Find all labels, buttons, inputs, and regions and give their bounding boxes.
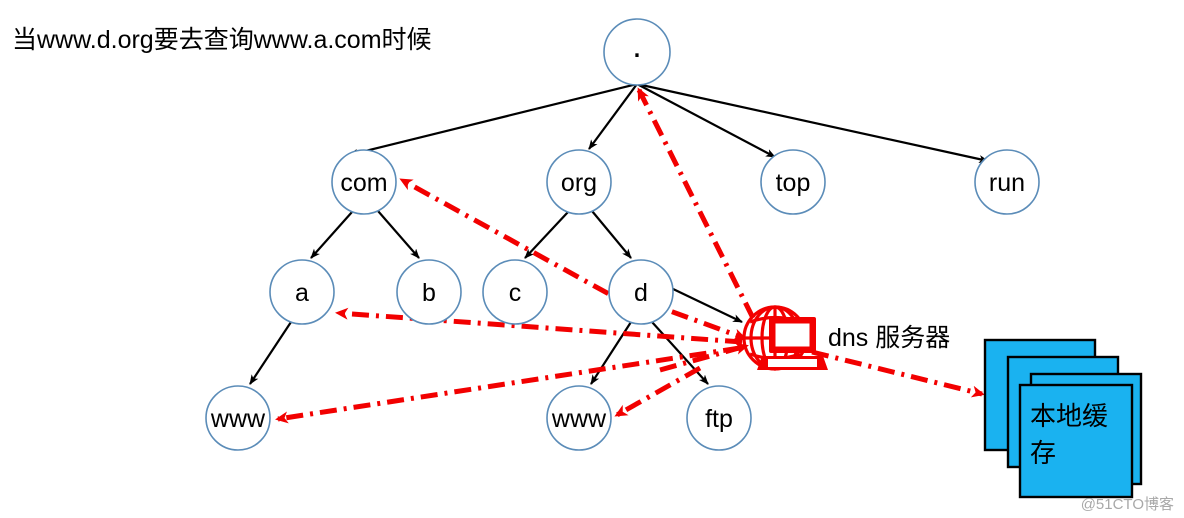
query-edge-dns-to-local-cache xyxy=(811,349,985,398)
tree-node-c[interactable]: c xyxy=(482,259,548,325)
node-label-a: a xyxy=(295,279,309,307)
node-label-www-a: www xyxy=(210,405,266,433)
tree-node-root[interactable]: . xyxy=(603,18,671,86)
tree-node-org[interactable]: org xyxy=(546,149,612,215)
query-edge-dns-to-www-a xyxy=(275,345,741,424)
diagram-canvas: 当www.d.org要去查询www.a.com时候 . com org top … xyxy=(0,0,1184,518)
tree-node-run[interactable]: run xyxy=(974,149,1040,215)
tree-node-www-d[interactable]: www xyxy=(546,385,612,451)
tree-node-top[interactable]: top xyxy=(760,149,826,215)
query-edge-dns-to-www-d xyxy=(614,365,702,418)
tree-edge-org-c xyxy=(524,211,569,259)
dns-resolution-diagram: . com org top run a b c d www www ftp 本地… xyxy=(205,18,1143,499)
tree-edge-root-run xyxy=(636,82,989,163)
tree-node-b[interactable]: b xyxy=(396,259,462,325)
node-label-d: d xyxy=(634,279,648,307)
node-label-ftp-d: ftp xyxy=(705,405,733,433)
tree-edge-a-www xyxy=(249,321,292,385)
tree-edge-com-a xyxy=(310,211,353,259)
query-flow-group xyxy=(275,87,985,424)
local-cache-stack[interactable]: 本地缓 存 xyxy=(983,338,1143,499)
tree-node-ftp-d[interactable]: ftp xyxy=(686,385,752,451)
node-label-root: . xyxy=(632,27,641,65)
globe-laptop-icon[interactable] xyxy=(742,305,828,371)
watermark: @51CTO博客 xyxy=(1080,496,1174,513)
node-label-com: com xyxy=(340,169,387,197)
tree-edge-org-d xyxy=(591,210,632,259)
node-label-c: c xyxy=(509,279,522,307)
node-label-run: run xyxy=(989,169,1025,197)
node-label-b: b xyxy=(422,279,436,307)
tree-node-a[interactable]: a xyxy=(269,259,335,325)
local-cache-label-line-1: 本地缓 xyxy=(1030,401,1108,431)
tree-node-d[interactable]: d xyxy=(608,259,674,325)
node-label-org: org xyxy=(561,169,597,197)
tree-edge-root-top xyxy=(636,83,776,158)
tree-node-com[interactable]: com xyxy=(331,149,397,215)
tree-edge-com-b xyxy=(377,210,420,259)
dns-server-label: dns 服务器 xyxy=(828,324,951,352)
node-label-www-d: www xyxy=(551,405,607,433)
laptop-icon xyxy=(757,317,828,370)
tree-node-www-a[interactable]: www xyxy=(205,385,271,451)
node-label-top: top xyxy=(776,169,811,197)
local-cache-label-line-2: 存 xyxy=(1030,438,1056,468)
